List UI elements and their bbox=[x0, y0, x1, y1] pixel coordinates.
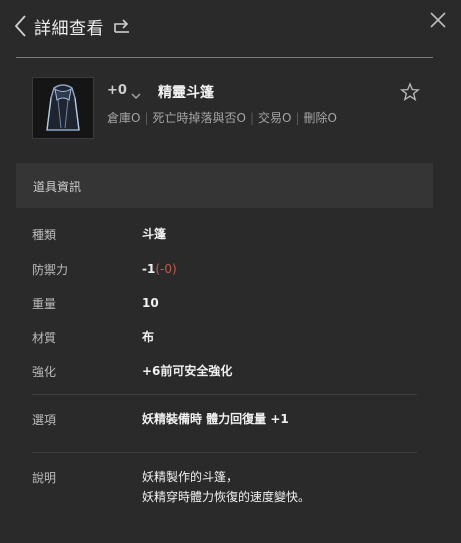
defense-value: -1 bbox=[142, 262, 156, 276]
info-label: 強化 bbox=[32, 365, 57, 379]
star-icon bbox=[399, 82, 421, 101]
close-icon bbox=[430, 12, 446, 28]
info-value: 妖精裝備時 體力回復量 +1 bbox=[142, 412, 289, 426]
flag-separator: | bbox=[249, 111, 254, 125]
info-value: 10 bbox=[142, 296, 159, 310]
enhance-level-dropdown[interactable] bbox=[130, 86, 142, 99]
info-value: 布 bbox=[142, 330, 155, 344]
info-value: -1(-0) bbox=[142, 259, 177, 279]
header: 詳細查看 bbox=[0, 0, 461, 58]
item-summary: +0 精靈斗篷 倉庫O | 死亡時掉落與否O | 交易O | 刪除O bbox=[32, 77, 432, 143]
flag-separator: | bbox=[295, 111, 300, 125]
item-thumbnail bbox=[32, 77, 94, 139]
flag-delete: 刪除O bbox=[303, 111, 337, 125]
flag-separator: | bbox=[144, 111, 149, 125]
info-value: +6前可安全強化 bbox=[142, 364, 233, 378]
item-name: 精靈斗篷 bbox=[158, 85, 214, 101]
cloak-icon bbox=[33, 78, 93, 138]
chevron-down-icon bbox=[131, 93, 141, 99]
enhance-level: +0 bbox=[107, 83, 127, 98]
info-label: 材質 bbox=[32, 331, 57, 345]
page-title: 詳細查看 bbox=[34, 19, 104, 39]
item-info-section-header: 道具資訊 bbox=[16, 163, 433, 208]
header-divider bbox=[16, 57, 433, 58]
share-icon bbox=[114, 19, 129, 33]
item-flags: 倉庫O | 死亡時掉落與否O | 交易O | 刪除O bbox=[107, 109, 337, 126]
back-button[interactable] bbox=[12, 13, 30, 39]
description-text: 妖精製作的斗篷， 妖精穿時體力恢復的速度變快。 bbox=[142, 467, 310, 507]
info-label: 選項 bbox=[32, 413, 57, 427]
description-line: 妖精製作的斗篷， bbox=[142, 470, 239, 484]
info-value: 斗篷 bbox=[142, 227, 167, 241]
info-label: 說明 bbox=[32, 471, 57, 485]
divider bbox=[32, 452, 417, 453]
favorite-button[interactable] bbox=[399, 82, 421, 102]
section-title: 道具資訊 bbox=[33, 180, 82, 194]
info-label: 防禦力 bbox=[32, 263, 69, 277]
info-label: 種類 bbox=[32, 228, 57, 242]
flag-drop-on-death: 死亡時掉落與否O bbox=[152, 111, 246, 125]
flag-warehouse: 倉庫O bbox=[107, 111, 141, 125]
chevron-left-icon bbox=[14, 15, 26, 37]
defense-bonus: (-0) bbox=[155, 262, 177, 276]
share-button[interactable] bbox=[112, 15, 132, 35]
description-line: 妖精穿時體力恢復的速度變快。 bbox=[142, 490, 311, 504]
divider bbox=[32, 394, 417, 395]
info-label: 重量 bbox=[32, 297, 57, 311]
flag-trade: 交易O bbox=[258, 111, 292, 125]
close-button[interactable] bbox=[428, 10, 448, 30]
